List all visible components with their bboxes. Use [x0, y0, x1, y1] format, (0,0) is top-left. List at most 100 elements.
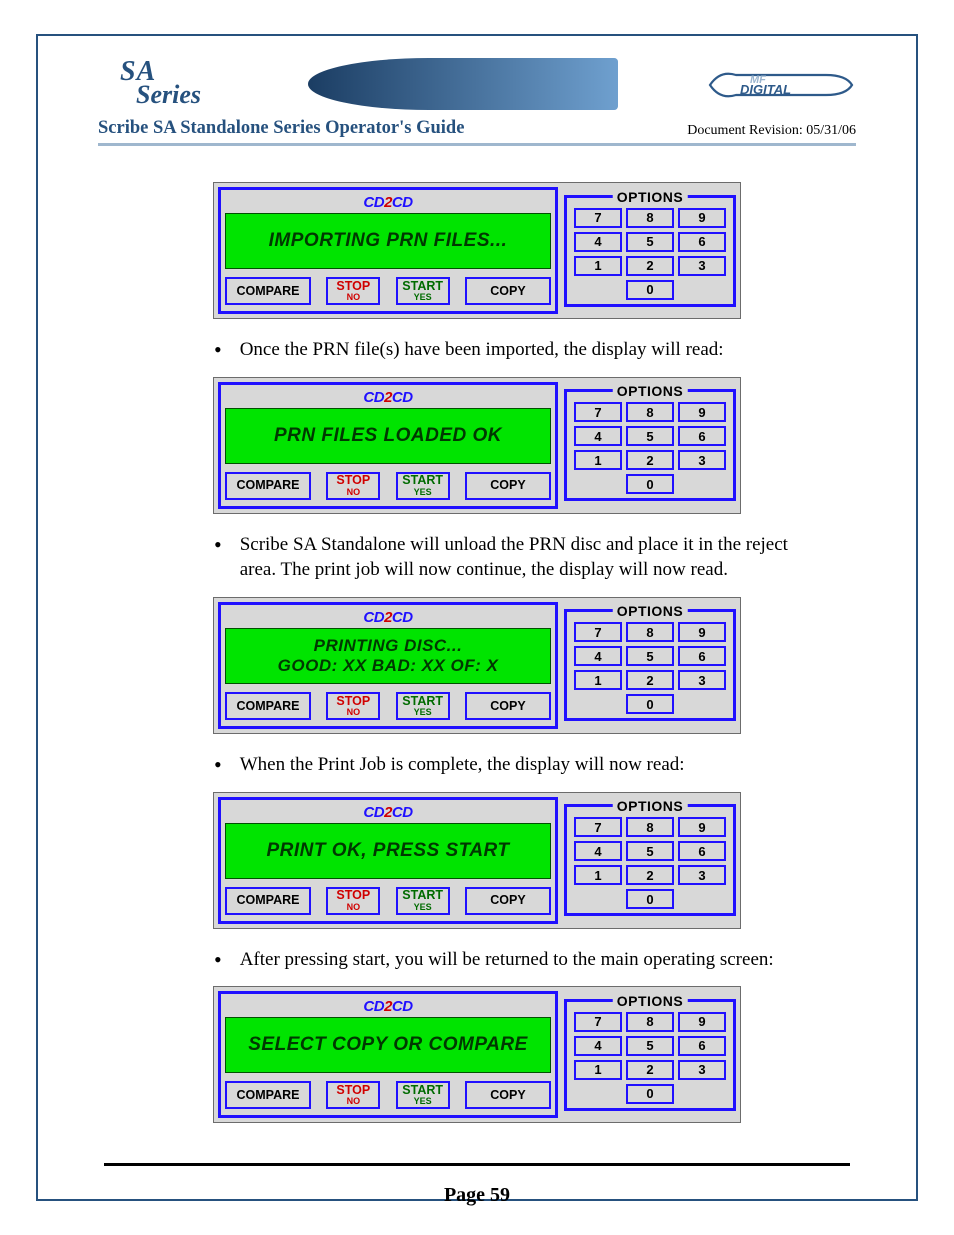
options-label: OPTIONS [613, 993, 688, 1009]
key-9[interactable]: 9 [678, 622, 726, 642]
lcd-line: PRINTING DISC... [314, 636, 463, 656]
keypad-grid: 789 456 1230 [571, 1012, 729, 1104]
key-7[interactable]: 7 [574, 622, 622, 642]
key-1[interactable]: 1 [574, 256, 622, 276]
key-7[interactable]: 7 [574, 817, 622, 837]
key-4[interactable]: 4 [574, 232, 622, 252]
keypad-grid: 789 456 1230 [571, 622, 729, 714]
key-6[interactable]: 6 [678, 1036, 726, 1056]
key-1[interactable]: 1 [574, 670, 622, 690]
compare-button[interactable]: COMPARE [225, 887, 311, 915]
key-9[interactable]: 9 [678, 817, 726, 837]
keypad-grid: 789 456 1230 [571, 402, 729, 494]
options-label: OPTIONS [613, 798, 688, 814]
key-9[interactable]: 9 [678, 402, 726, 422]
compare-button[interactable]: COMPARE [225, 277, 311, 305]
start-button[interactable]: STARTYES [396, 887, 450, 915]
key-6[interactable]: 6 [678, 232, 726, 252]
display-module: CD2CDSELECT COPY OR COMPARECOMPARESTOPNO… [218, 991, 558, 1118]
copy-button-label: COPY [490, 894, 525, 907]
device-panel: CD2CDPRINTING DISC...GOOD: XX BAD: XX OF… [213, 597, 741, 734]
keypad-row: 789 [571, 622, 729, 642]
key-8[interactable]: 8 [626, 622, 674, 642]
start-button-sublabel: YES [414, 1097, 432, 1106]
key-5[interactable]: 5 [626, 841, 674, 861]
key-9[interactable]: 9 [678, 208, 726, 228]
stop-button-sublabel: NO [347, 1097, 361, 1106]
copy-button-label: COPY [490, 1089, 525, 1102]
key-0[interactable]: 0 [626, 694, 674, 714]
key-3[interactable]: 3 [678, 865, 726, 885]
stop-button[interactable]: STOPNO [326, 277, 380, 305]
key-0[interactable]: 0 [626, 889, 674, 909]
document-title: Scribe SA Standalone Series Operator's G… [98, 118, 464, 139]
start-button-label: START [402, 889, 443, 902]
key-8[interactable]: 8 [626, 402, 674, 422]
device-panel-5: CD2CDSELECT COPY OR COMPARECOMPARESTOPNO… [98, 986, 856, 1123]
key-3[interactable]: 3 [678, 670, 726, 690]
header-swoosh-graphic [308, 58, 618, 110]
key-6[interactable]: 6 [678, 841, 726, 861]
compare-button[interactable]: COMPARE [225, 1081, 311, 1109]
key-3[interactable]: 3 [678, 1060, 726, 1080]
svg-text:DIGITAL: DIGITAL [740, 82, 791, 97]
key-5[interactable]: 5 [626, 1036, 674, 1056]
key-9[interactable]: 9 [678, 1012, 726, 1032]
keypad-row: 456 [571, 646, 729, 666]
key-7[interactable]: 7 [574, 402, 622, 422]
stop-button[interactable]: STOPNO [326, 692, 380, 720]
key-5[interactable]: 5 [626, 646, 674, 666]
key-4[interactable]: 4 [574, 646, 622, 666]
key-8[interactable]: 8 [626, 1012, 674, 1032]
key-8[interactable]: 8 [626, 208, 674, 228]
key-5[interactable]: 5 [626, 232, 674, 252]
bullet-icon: • [214, 534, 222, 556]
copy-button[interactable]: COPY [465, 692, 551, 720]
key-2[interactable]: 2 [626, 670, 674, 690]
start-button[interactable]: STARTYES [396, 1081, 450, 1109]
start-button[interactable]: STARTYES [396, 692, 450, 720]
keypad-row: 0 [571, 694, 729, 714]
bullet-3: • When the Print Job is complete, the di… [214, 752, 856, 778]
key-2[interactable]: 2 [626, 1060, 674, 1080]
key-4[interactable]: 4 [574, 426, 622, 446]
device-panel: CD2CDIMPORTING PRN FILES...COMPARESTOPNO… [213, 182, 741, 319]
key-5[interactable]: 5 [626, 426, 674, 446]
stop-button[interactable]: STOPNO [326, 472, 380, 500]
key-1[interactable]: 1 [574, 1060, 622, 1080]
copy-button-label: COPY [490, 285, 525, 298]
key-3[interactable]: 3 [678, 450, 726, 470]
key-0[interactable]: 0 [626, 1084, 674, 1104]
key-2[interactable]: 2 [626, 256, 674, 276]
key-6[interactable]: 6 [678, 426, 726, 446]
copy-button[interactable]: COPY [465, 887, 551, 915]
stop-button[interactable]: STOPNO [326, 1081, 380, 1109]
document-body: CD2CDIMPORTING PRN FILES...COMPARESTOPNO… [98, 182, 856, 1123]
key-8[interactable]: 8 [626, 817, 674, 837]
key-4[interactable]: 4 [574, 841, 622, 861]
key-0[interactable]: 0 [626, 474, 674, 494]
start-button[interactable]: STARTYES [396, 277, 450, 305]
compare-button[interactable]: COMPARE [225, 472, 311, 500]
options-keypad: OPTIONS7894561230 [564, 389, 736, 501]
key-6[interactable]: 6 [678, 646, 726, 666]
key-4[interactable]: 4 [574, 1036, 622, 1056]
compare-button-label: COMPARE [237, 700, 300, 713]
hardware-button-row: COMPARE STOPNO STARTYES COPY [225, 887, 551, 915]
key-2[interactable]: 2 [626, 865, 674, 885]
start-button-sublabel: YES [414, 488, 432, 497]
key-1[interactable]: 1 [574, 865, 622, 885]
copy-button[interactable]: COPY [465, 1081, 551, 1109]
key-3[interactable]: 3 [678, 256, 726, 276]
key-0[interactable]: 0 [626, 280, 674, 300]
compare-button[interactable]: COMPARE [225, 692, 311, 720]
stop-button[interactable]: STOPNO [326, 887, 380, 915]
start-button[interactable]: STARTYES [396, 472, 450, 500]
key-7[interactable]: 7 [574, 1012, 622, 1032]
key-1[interactable]: 1 [574, 450, 622, 470]
key-7[interactable]: 7 [574, 208, 622, 228]
copy-button[interactable]: COPY [465, 277, 551, 305]
copy-button[interactable]: COPY [465, 472, 551, 500]
bullet-text: When the Print Job is complete, the disp… [240, 752, 685, 778]
key-2[interactable]: 2 [626, 450, 674, 470]
